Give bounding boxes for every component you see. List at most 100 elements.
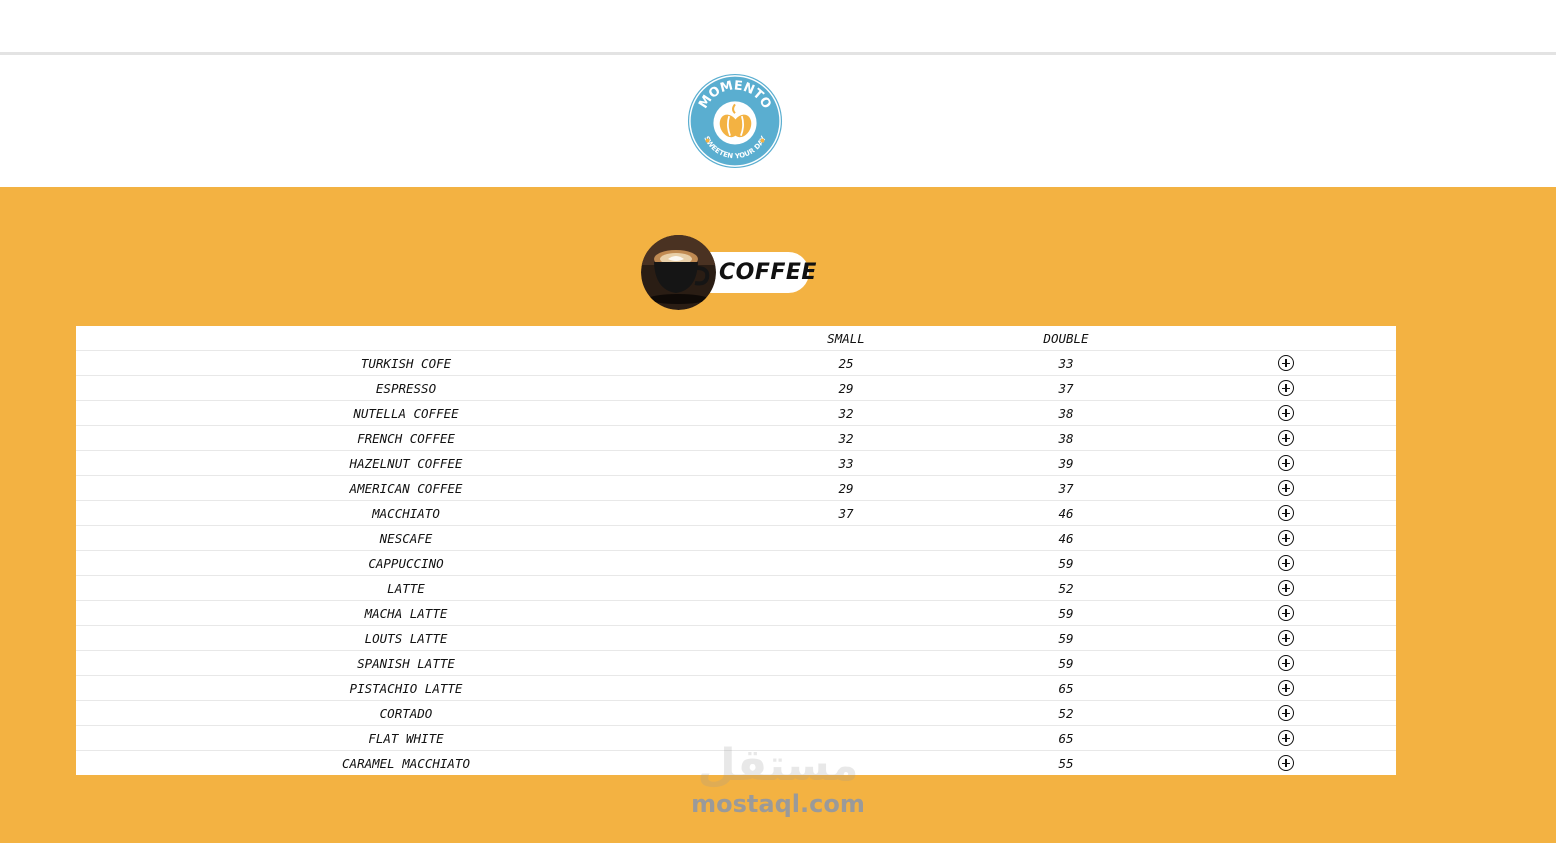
item-name: AMERICAN COFFEE (76, 475, 736, 501)
add-cell (1176, 675, 1396, 701)
item-name: FRENCH COFFEE (76, 425, 736, 451)
header-name (76, 326, 736, 351)
watermark-latin: mostaql.com (691, 790, 865, 818)
price-small: 29 (736, 475, 956, 501)
menu-section: COFFEE SMALL DOUBLE TURKISH COFE 25 33 ESPR… (0, 187, 1556, 843)
add-cell (1176, 650, 1396, 676)
price-small (736, 600, 956, 626)
price-double: 55 (956, 750, 1176, 775)
price-small (736, 675, 956, 701)
price-double: 37 (956, 475, 1176, 501)
table-row: TURKISH COFE 25 33 (76, 350, 1396, 376)
add-cell (1176, 575, 1396, 601)
plus-circle-icon[interactable] (1278, 555, 1294, 572)
plus-circle-icon[interactable] (1278, 355, 1294, 372)
price-double: 59 (956, 550, 1176, 576)
price-small: 25 (736, 350, 956, 376)
plus-circle-icon[interactable] (1278, 605, 1294, 622)
price-small (736, 725, 956, 751)
add-cell (1176, 625, 1396, 651)
item-name: CAPPUCCINO (76, 550, 736, 576)
price-double: 65 (956, 675, 1176, 701)
price-small: 32 (736, 400, 956, 426)
add-cell (1176, 500, 1396, 526)
table-row: PISTACHIO LATTE 65 (76, 675, 1396, 701)
price-double: 59 (956, 600, 1176, 626)
add-cell (1176, 550, 1396, 576)
price-small (736, 550, 956, 576)
price-small (736, 700, 956, 726)
price-small: 37 (736, 500, 956, 526)
item-name: ESPRESSO (76, 375, 736, 401)
add-cell (1176, 375, 1396, 401)
table-row: LOUTS LATTE 59 (76, 625, 1396, 651)
table-row: LATTE 52 (76, 575, 1396, 601)
price-small: 29 (736, 375, 956, 401)
table-row: CAPPUCCINO 59 (76, 550, 1396, 576)
item-name: MACHA LATTE (76, 600, 736, 626)
header-small: SMALL (827, 330, 865, 346)
price-small (736, 625, 956, 651)
price-double: 38 (956, 425, 1176, 451)
price-double: 39 (956, 450, 1176, 476)
plus-circle-icon[interactable] (1278, 530, 1294, 547)
table-header-row: SMALL DOUBLE (76, 326, 1396, 351)
price-double: 37 (956, 375, 1176, 401)
plus-circle-icon[interactable] (1278, 630, 1294, 647)
price-double: 59 (956, 650, 1176, 676)
header-action (1176, 326, 1396, 351)
add-cell (1176, 600, 1396, 626)
plus-circle-icon[interactable] (1278, 405, 1294, 422)
price-double: 46 (956, 525, 1176, 551)
item-name: MACCHIATO (76, 500, 736, 526)
price-double: 65 (956, 725, 1176, 751)
price-double: 38 (956, 400, 1176, 426)
price-small: 33 (736, 450, 956, 476)
plus-circle-icon[interactable] (1278, 655, 1294, 672)
top-bar (0, 0, 1556, 55)
item-name: LOUTS LATTE (76, 625, 736, 651)
plus-circle-icon[interactable] (1278, 455, 1294, 472)
item-name: NESCAFE (76, 525, 736, 551)
price-double: 33 (956, 350, 1176, 376)
price-small (736, 525, 956, 551)
plus-circle-icon[interactable] (1278, 730, 1294, 747)
plus-circle-icon[interactable] (1278, 505, 1294, 522)
plus-circle-icon[interactable] (1278, 580, 1294, 597)
price-small (736, 750, 956, 775)
plus-circle-icon[interactable] (1278, 680, 1294, 697)
item-name: PISTACHIO LATTE (76, 675, 736, 701)
item-name: NUTELLA COFFEE (76, 400, 736, 426)
plus-circle-icon[interactable] (1278, 380, 1294, 397)
add-cell (1176, 750, 1396, 775)
table-row: HAZELNUT COFFEE 33 39 (76, 450, 1396, 476)
plus-circle-icon[interactable] (1278, 430, 1294, 447)
add-cell (1176, 450, 1396, 476)
add-cell (1176, 700, 1396, 726)
table-row: FLAT WHITE 65 (76, 725, 1396, 751)
header-double: DOUBLE (1043, 330, 1089, 346)
plus-circle-icon[interactable] (1278, 705, 1294, 722)
table-row: MACCHIATO 37 46 (76, 500, 1396, 526)
price-small (736, 650, 956, 676)
menu-table: SMALL DOUBLE TURKISH COFE 25 33 ESPRESSO 29 3… (76, 326, 1396, 775)
add-cell (1176, 425, 1396, 451)
table-row: FRENCH COFFEE 32 38 (76, 425, 1396, 451)
price-small: 32 (736, 425, 956, 451)
item-name: FLAT WHITE (76, 725, 736, 751)
add-cell (1176, 475, 1396, 501)
plus-circle-icon[interactable] (1278, 755, 1294, 772)
header: MOMENTO SWEETEN YOUR DAY (0, 55, 1556, 187)
plus-circle-icon[interactable] (1278, 480, 1294, 497)
table-row: CORTADO 52 (76, 700, 1396, 726)
table-row: MACHA LATTE 59 (76, 600, 1396, 626)
table-row: ESPRESSO 29 37 (76, 375, 1396, 401)
item-name: CORTADO (76, 700, 736, 726)
add-cell (1176, 525, 1396, 551)
add-cell (1176, 725, 1396, 751)
item-name: HAZELNUT COFFEE (76, 450, 736, 476)
table-row: AMERICAN COFFEE 29 37 (76, 475, 1396, 501)
momento-logo[interactable]: MOMENTO SWEETEN YOUR DAY (686, 72, 784, 170)
add-cell (1176, 350, 1396, 376)
table-row: NESCAFE 46 (76, 525, 1396, 551)
